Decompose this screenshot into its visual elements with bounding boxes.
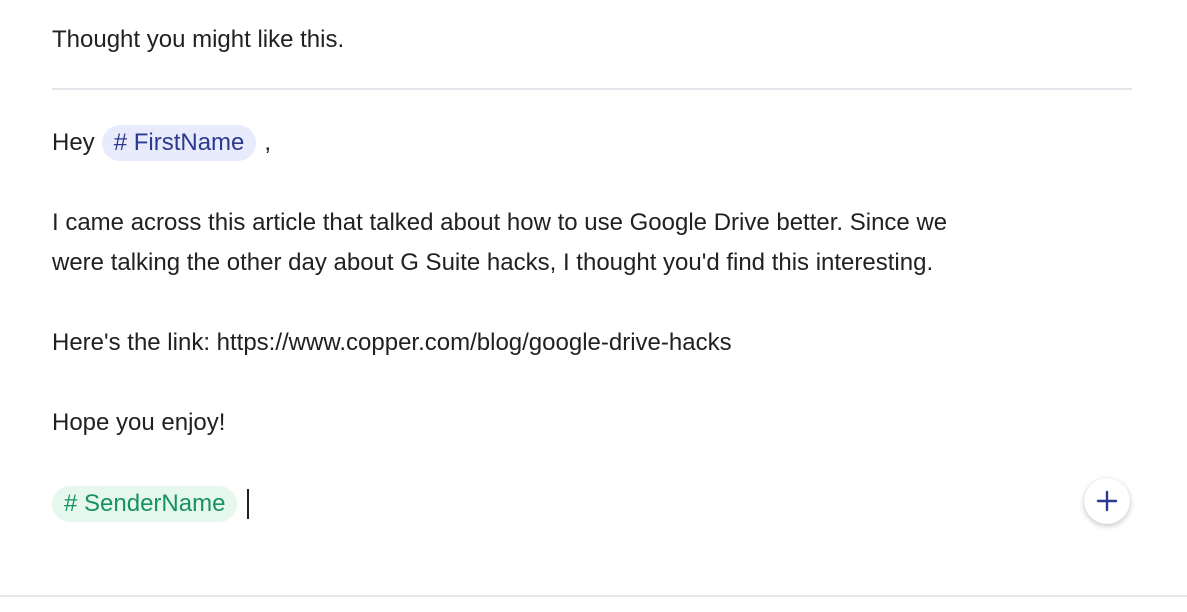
- bottom-divider: [0, 595, 1187, 597]
- body-paragraph-link[interactable]: Here's the link: https://www.copper.com/…: [52, 323, 1052, 363]
- signature-line[interactable]: # SenderName: [52, 483, 1052, 525]
- greeting-comma: ,: [264, 129, 272, 156]
- add-variable-button[interactable]: [1084, 478, 1130, 524]
- paragraph-1-line-2: were talking the other day about G Suite…: [52, 249, 934, 276]
- paragraph-1-line-1: I came across this article that talked a…: [52, 209, 948, 236]
- email-template-editor: Thought you might like this. Hey # First…: [0, 0, 1187, 612]
- plus-icon: [1096, 490, 1118, 512]
- first-name-variable-chip[interactable]: # FirstName: [101, 125, 257, 161]
- sender-name-variable-chip[interactable]: # SenderName: [52, 486, 238, 522]
- subject-divider: [52, 88, 1132, 90]
- greeting-line[interactable]: Hey # FirstName ,: [52, 122, 1052, 164]
- email-subject[interactable]: Thought you might like this.: [52, 24, 344, 56]
- text-cursor: [247, 489, 250, 519]
- body-paragraph-1[interactable]: I came across this article that talked a…: [52, 203, 1052, 283]
- body-paragraph-closing[interactable]: Hope you enjoy!: [52, 403, 1052, 443]
- greeting-word: Hey: [52, 129, 95, 156]
